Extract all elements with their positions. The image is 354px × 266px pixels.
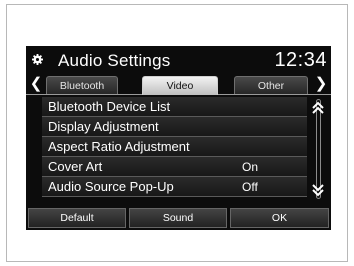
chevron-left-icon[interactable]: ❮ [28,76,44,92]
list-item-label: Bluetooth Device List [48,99,171,114]
list-item-label: Audio Source Pop-Up [48,179,174,194]
list-item-bluetooth-device-list[interactable]: Bluetooth Device List [42,97,307,117]
clock: 12:34 [274,49,327,71]
double-chevron-down-icon[interactable] [310,182,326,198]
default-button[interactable]: Default [28,208,126,228]
sound-button[interactable]: Sound [129,208,227,228]
tab-other[interactable]: Other [234,76,308,94]
double-chevron-up-icon[interactable] [310,100,326,116]
list-item-value: On [242,159,259,174]
bottom-button-bar: Default Sound OK [26,204,331,230]
audio-settings-screen: Audio Settings 12:34 ❮ Bluetooth Video O… [26,46,331,230]
tab-video[interactable]: Video [142,76,218,95]
chevron-right-icon[interactable]: ❯ [313,76,329,92]
list-item-audio-source-pop-up[interactable]: Audio Source Pop-Up Off [42,177,307,197]
settings-list: Bluetooth Device List Display Adjustment… [42,97,307,197]
list-item-label: Display Adjustment [48,119,159,134]
list-item-label: Cover Art [48,159,103,174]
list-item-cover-art[interactable]: Cover Art On [42,157,307,177]
list-item-label: Aspect Ratio Adjustment [48,139,190,154]
list-item-value: Off [242,179,258,194]
gear-icon [32,54,43,65]
page-title: Audio Settings [58,51,171,70]
tab-bluetooth[interactable]: Bluetooth [46,76,118,94]
tab-bar: ❮ Bluetooth Video Other ❯ [26,74,331,96]
title-bar: Audio Settings 12:34 [26,46,331,74]
ok-button[interactable]: OK [230,208,329,228]
list-item-display-adjustment[interactable]: Display Adjustment [42,117,307,137]
list-item-aspect-ratio-adjustment[interactable]: Aspect Ratio Adjustment [42,137,307,157]
